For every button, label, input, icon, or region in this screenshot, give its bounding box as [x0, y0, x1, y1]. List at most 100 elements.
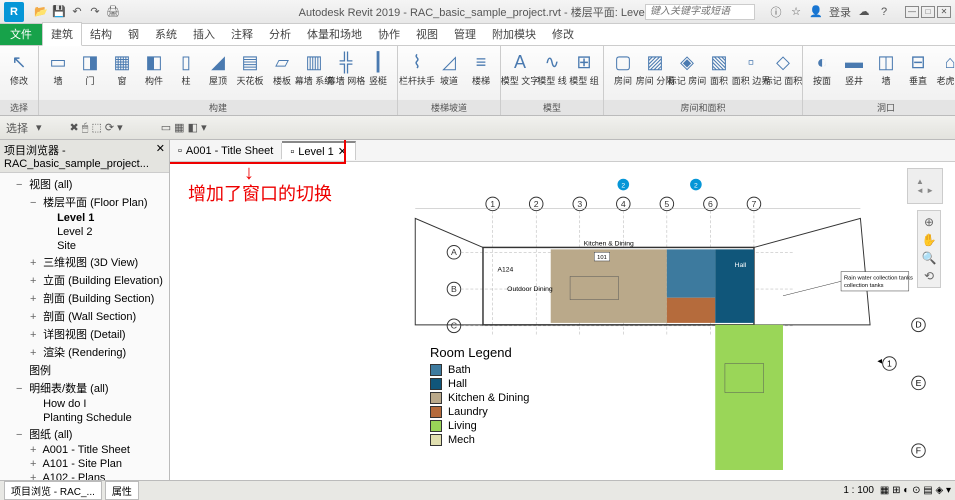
ribbon-button[interactable]: ⊟垂直: [903, 48, 933, 86]
ribbon-tab[interactable]: 分析: [261, 23, 299, 45]
browser-tree[interactable]: − 视图 (all)− 楼层平面 (Floor Plan) Level 1 Le…: [0, 173, 169, 480]
tree-item[interactable]: Level 1: [44, 211, 167, 225]
swatch-icon: [430, 392, 442, 404]
user-icon[interactable]: 👤: [809, 5, 823, 19]
tool-icon: ▨: [643, 50, 667, 74]
minimize-button[interactable]: —: [905, 6, 919, 18]
search-input[interactable]: [645, 4, 755, 20]
signin-link[interactable]: 登录: [829, 4, 851, 20]
ribbon-button[interactable]: ⊞模型 组: [569, 48, 599, 86]
search-box[interactable]: [645, 4, 755, 20]
ribbon-tab[interactable]: 管理: [446, 23, 484, 45]
ribbon-button[interactable]: ▢房间: [608, 48, 638, 86]
ribbon-button[interactable]: ◧构件: [139, 48, 169, 86]
ribbon-tab[interactable]: 结构: [82, 23, 120, 45]
svg-text:C: C: [451, 321, 457, 331]
svg-text:A: A: [451, 247, 457, 257]
undo-icon[interactable]: ↶: [70, 5, 84, 19]
tree-item[interactable]: Site: [44, 239, 167, 253]
ribbon-button[interactable]: ┃竖梃: [363, 48, 393, 86]
tree-item[interactable]: + A001 - Title Sheet: [30, 443, 167, 457]
tree-item[interactable]: − 楼层平面 (Floor Plan): [30, 193, 167, 211]
tool-icon: ▤: [238, 50, 262, 74]
ribbon-tab[interactable]: 插入: [185, 23, 223, 45]
ribbon-button[interactable]: ▱楼板: [267, 48, 297, 86]
tree-item[interactable]: − 视图 (all): [16, 175, 167, 193]
scale-label[interactable]: 1 : 100: [843, 485, 874, 496]
ribbon-button[interactable]: ▬竖井: [839, 48, 869, 86]
tree-item[interactable]: + 三维视图 (3D View): [30, 253, 167, 271]
browser-close-icon[interactable]: ✕: [156, 142, 165, 170]
tree-item[interactable]: + 剖面 (Building Section): [30, 289, 167, 307]
ribbon-button[interactable]: ◫墙: [871, 48, 901, 86]
ribbon-button[interactable]: ▥幕墙 系统: [299, 48, 329, 86]
file-tab[interactable]: 文件: [0, 23, 42, 45]
ribbon-button[interactable]: ∿模型 线: [537, 48, 567, 86]
ribbon-button[interactable]: ◇标记 面积: [768, 48, 798, 86]
maximize-button[interactable]: □: [921, 6, 935, 18]
ribbon-tab[interactable]: 注释: [223, 23, 261, 45]
help-icon[interactable]: ?: [877, 5, 891, 19]
ribbon-tab[interactable]: 体量和场地: [299, 23, 370, 45]
ribbon-button[interactable]: ▯柱: [171, 48, 201, 86]
tree-item[interactable]: 图例: [16, 361, 167, 379]
ribbon-button[interactable]: ⌂老虎窗: [935, 48, 955, 86]
ribbon-button[interactable]: ▦窗: [107, 48, 137, 86]
ribbon-button[interactable]: ◢屋顶: [203, 48, 233, 86]
ribbon-button[interactable]: ◿坡道: [434, 48, 464, 86]
ribbon-button[interactable]: ◨门: [75, 48, 105, 86]
ribbon-tab[interactable]: 附加模块: [484, 23, 544, 45]
ribbon-button[interactable]: ◐按面: [807, 48, 837, 86]
tool-icon: ◈: [675, 50, 699, 74]
star-icon[interactable]: ☆: [789, 5, 803, 19]
ribbon-button[interactable]: ╬幕墙 网格: [331, 48, 361, 86]
status-bar: 项目浏览 - RAC_... 属性 1 : 100 ▦ ⊞ ◐ ⊙ ▤ ◈ ▾: [0, 480, 955, 500]
ribbon-tab[interactable]: 视图: [408, 23, 446, 45]
browser-title: 项目浏览器 - RAC_basic_sample_project...: [4, 142, 156, 170]
ribbon-button[interactable]: ↖修改: [4, 48, 34, 86]
redo-icon[interactable]: ↷: [88, 5, 102, 19]
tree-item[interactable]: − 明细表/数量 (all): [16, 379, 167, 397]
ribbon-panel: ⌇栏杆扶手◿坡道≡楼梯楼梯坡道: [398, 46, 501, 115]
ribbon-button[interactable]: ▧面积: [704, 48, 734, 86]
ribbon-button[interactable]: ▤天花板: [235, 48, 265, 86]
tree-item[interactable]: + 立面 (Building Elevation): [30, 271, 167, 289]
tree-item[interactable]: + A102 - Plans: [30, 471, 167, 480]
legend-item: Mech: [430, 434, 529, 446]
tree-item[interactable]: Level 2: [44, 225, 167, 239]
info-icon[interactable]: ⓘ: [769, 5, 783, 19]
print-icon[interactable]: 🖨: [106, 5, 120, 19]
tree-item[interactable]: How do I: [30, 397, 167, 411]
ribbon-button[interactable]: ⌇栏杆扶手: [402, 48, 432, 86]
tree-item[interactable]: − 图纸 (all): [16, 425, 167, 443]
tool-icon: ↖: [7, 50, 31, 74]
ribbon-tab[interactable]: 协作: [370, 23, 408, 45]
tree-item[interactable]: Planting Schedule: [30, 411, 167, 425]
close-button[interactable]: ✕: [937, 6, 951, 18]
status-tab-properties[interactable]: 属性: [105, 481, 139, 500]
tree-item[interactable]: + A101 - Site Plan: [30, 457, 167, 471]
svg-text:A124: A124: [498, 267, 514, 274]
ribbon-button[interactable]: ◈标记 房间: [672, 48, 702, 86]
ribbon-button[interactable]: ▭墙: [43, 48, 73, 86]
ribbon-button[interactable]: ▨房间 分隔: [640, 48, 670, 86]
tree-item[interactable]: + 渲染 (Rendering): [30, 343, 167, 361]
tool-icon: ▥: [302, 50, 326, 74]
ribbon-tab[interactable]: 建筑: [42, 22, 82, 46]
open-icon[interactable]: 📂: [34, 5, 48, 19]
ribbon: ↖修改选择▭墙◨门▦窗◧构件▯柱◢屋顶▤天花板▱楼板▥幕墙 系统╬幕墙 网格┃竖…: [0, 46, 955, 116]
tree-item[interactable]: + 剖面 (Wall Section): [30, 307, 167, 325]
ribbon-button[interactable]: ≡楼梯: [466, 48, 496, 86]
ribbon-button[interactable]: ▫面积 边界: [736, 48, 766, 86]
tree-item[interactable]: + 详图视图 (Detail): [30, 325, 167, 343]
ribbon-button[interactable]: A模型 文字: [505, 48, 535, 86]
status-tab-browser[interactable]: 项目浏览 - RAC_...: [4, 481, 102, 500]
save-icon[interactable]: 💾: [52, 5, 66, 19]
ribbon-tab[interactable]: 钢: [120, 23, 147, 45]
annotation-text: 增加了窗口的切换: [188, 180, 332, 206]
tool-icon: ▬: [842, 50, 866, 74]
ribbon-tab[interactable]: 系统: [147, 23, 185, 45]
ribbon-tab[interactable]: 修改: [544, 23, 582, 45]
cloud-icon[interactable]: ☁: [857, 5, 871, 19]
tool-icon: ▧: [707, 50, 731, 74]
